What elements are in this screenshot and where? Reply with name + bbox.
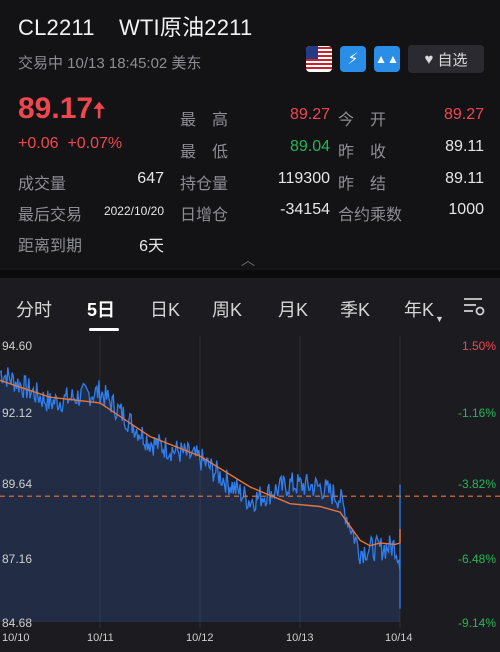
contract-title: CL2211 WTI原油2211 — [18, 10, 252, 42]
last-trade-label: 最后交易 — [18, 207, 83, 224]
y-tick-right: -3.82% — [457, 477, 496, 491]
contract-code: CL2211 — [18, 15, 95, 40]
daily-oi-label: 日增仓 — [180, 207, 229, 224]
open-interest-value: 119300 — [277, 170, 330, 187]
price-chart[interactable]: 94.60 92.12 89.64 87.16 84.68 1.50% -1.1… — [0, 336, 500, 652]
x-tick: 10/13 — [286, 632, 314, 644]
x-tick: 10/10 — [2, 632, 30, 644]
header-actions: ⚡ ▲▲ ♥ 自选 — [306, 45, 484, 73]
contract-name: WTI原油2211 — [118, 15, 253, 40]
prev-settle-label: 昨 结 — [338, 176, 387, 193]
y-tick-left: 84.68 — [2, 616, 33, 630]
multiplier-label: 合约乘数 — [338, 207, 403, 224]
y-tick-left: 94.60 — [2, 339, 33, 353]
dropdown-caret-icon: ▼ — [435, 314, 444, 324]
tab-weekly-k[interactable]: 周K — [212, 296, 242, 322]
lightning-icon[interactable]: ⚡ — [340, 46, 366, 72]
tab-yearly-k[interactable]: 年K▼ — [404, 296, 444, 324]
change-percent: +0.07% — [67, 135, 123, 152]
chart-settings-icon[interactable] — [462, 294, 486, 318]
volume-value: 647 — [137, 170, 164, 187]
x-tick: 10/12 — [186, 632, 214, 644]
daily-oi-value: -34154 — [280, 201, 330, 218]
tab-monthly-k[interactable]: 月K — [278, 296, 308, 322]
high-value: 89.27 — [289, 106, 330, 123]
quote-header: CL2211 WTI原油2211 交易中 10/13 18:45:02 美东 ⚡… — [0, 0, 500, 270]
gold-bars-icon[interactable]: ▲▲ — [374, 46, 400, 72]
y-tick-left: 89.64 — [2, 477, 33, 491]
tab-label: 分时 — [16, 300, 52, 320]
y-tick-left: 92.12 — [2, 406, 33, 420]
y-tick-right: -1.16% — [457, 406, 496, 420]
open-interest-label: 持仓量 — [180, 176, 229, 193]
period-tabs: 分时 5日 日K 周K 月K 季K 年K▼ — [0, 278, 500, 336]
low-value: 89.04 — [289, 138, 330, 155]
y-tick-right: -9.14% — [457, 616, 496, 630]
heart-icon: ♥ — [424, 50, 434, 68]
open-label: 今 开 — [338, 112, 387, 129]
add-watchlist-button[interactable]: ♥ 自选 — [408, 45, 484, 73]
change-value: +0.06 — [18, 135, 59, 152]
expiry-label: 距离到期 — [18, 238, 83, 255]
multiplier-value: 1000 — [448, 201, 484, 218]
trading-status: 交易中 10/13 18:45:02 美东 — [18, 55, 202, 72]
y-tick-right: -6.48% — [457, 552, 496, 566]
last-price-value: 89.17 — [18, 92, 94, 125]
last-trade-value: 2022/10/20 — [103, 204, 164, 218]
low-label: 最 低 — [180, 144, 229, 161]
tab-label: 5日 — [87, 300, 116, 320]
x-tick: 10/11 — [87, 632, 114, 644]
section-divider — [0, 270, 500, 278]
prev-close-value: 89.11 — [445, 138, 484, 155]
tab-label: 月K — [278, 300, 309, 320]
y-tick-left: 87.16 — [2, 552, 33, 566]
watch-label: 自选 — [437, 51, 468, 69]
tab-label: 周K — [212, 300, 243, 320]
up-arrow-icon: 🠅 — [93, 98, 106, 123]
tab-label: 日K — [150, 300, 181, 320]
open-value: 89.27 — [443, 106, 484, 123]
chart-canvas — [0, 336, 500, 628]
prev-close-label: 昨 收 — [338, 144, 387, 161]
tab-daily-k[interactable]: 日K — [150, 296, 180, 322]
collapse-chevron-icon[interactable]: ︿ — [241, 250, 255, 270]
active-tab-indicator — [89, 328, 119, 331]
tab-quarterly-k[interactable]: 季K — [340, 296, 370, 322]
tab-label: 年K — [404, 300, 435, 320]
last-price: 89.17🠅 — [18, 92, 105, 132]
tab-intraday[interactable]: 分时 — [16, 296, 52, 322]
tab-5day[interactable]: 5日 — [87, 296, 115, 322]
high-label: 最 高 — [180, 112, 229, 129]
tab-label: 季K — [340, 300, 371, 320]
y-tick-right: 1.50% — [461, 339, 496, 353]
price-change: +0.06 +0.07% — [18, 135, 122, 153]
us-flag-icon — [306, 46, 332, 72]
expiry-value: 6天 — [139, 238, 164, 255]
volume-label: 成交量 — [18, 176, 67, 193]
x-tick: 10/14 — [385, 632, 413, 644]
prev-settle-value: 89.11 — [445, 170, 484, 187]
